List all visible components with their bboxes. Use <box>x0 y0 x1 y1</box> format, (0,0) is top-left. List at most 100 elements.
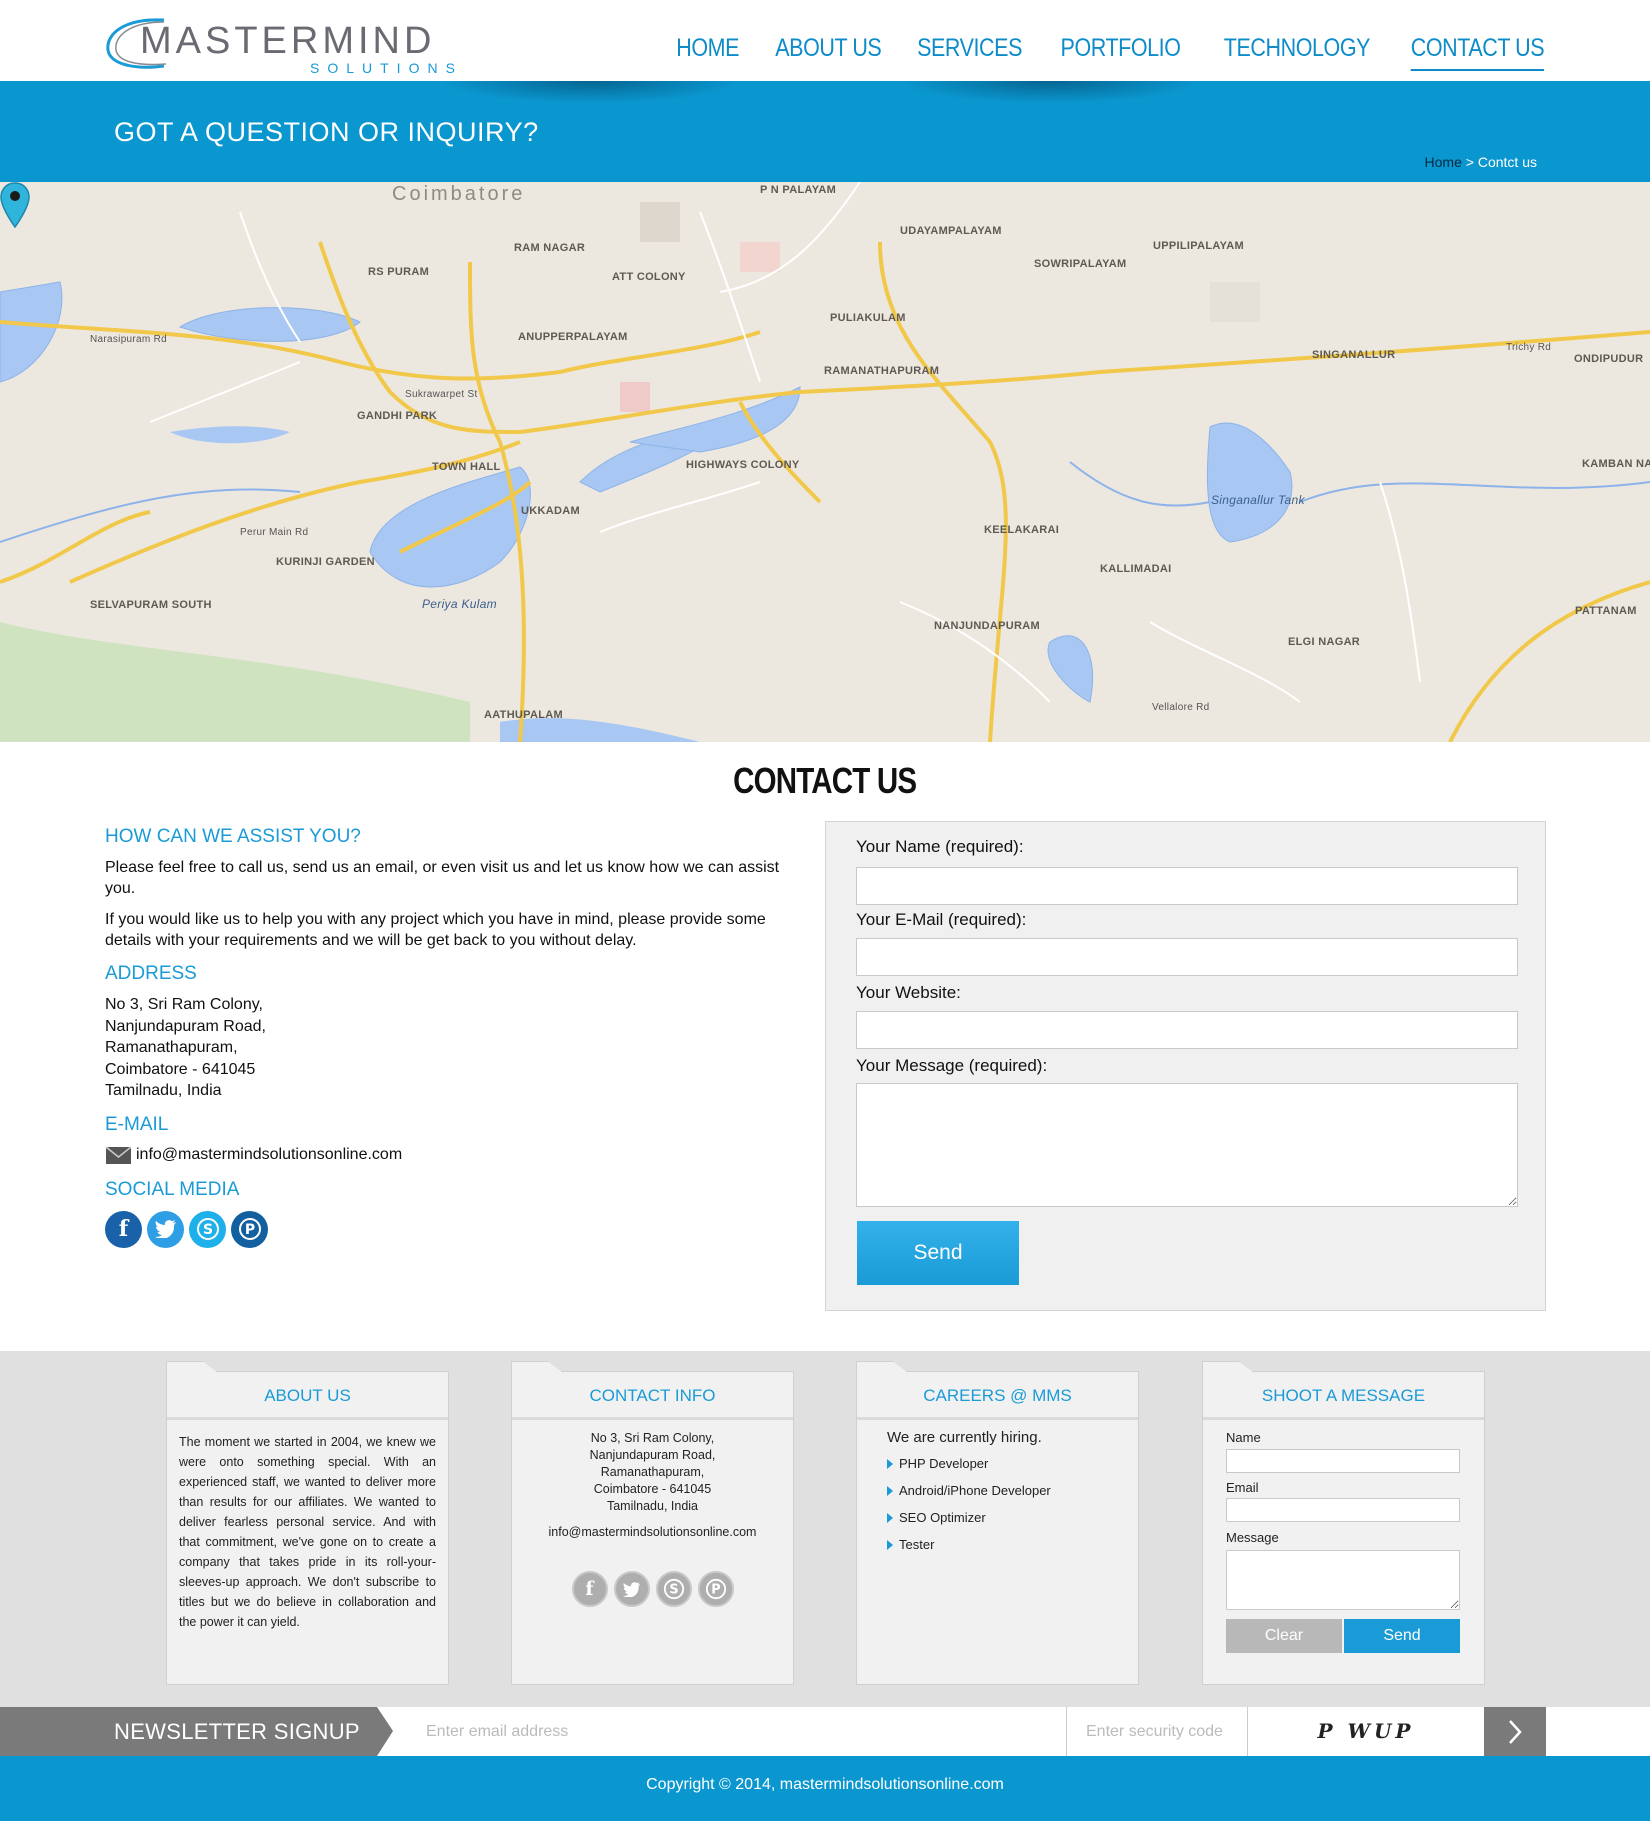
address-block: No 3, Sri Ram Colony, Nanjundapuram Road… <box>105 994 805 1102</box>
site-header: MASTERMIND SOLUTIONS HOME ABOUT US SERVI… <box>0 0 1650 81</box>
email-row: info@mastermindsolutionsonline.com <box>105 1145 805 1165</box>
email-field[interactable] <box>856 938 1518 976</box>
footer-careers-card: CAREERS @ MMS We are currently hiring. P… <box>856 1361 1139 1685</box>
pinterest-icon[interactable]: P <box>231 1210 268 1248</box>
map-label-uppilipalayam: UPPILIPALAYAM <box>1153 240 1244 252</box>
nav-portfolio[interactable]: PORTFOLIO <box>1061 34 1181 71</box>
banner-shadow <box>900 81 1200 103</box>
copyright-bar: Copyright © 2014, mastermindsolutionsonl… <box>0 1756 1650 1821</box>
social-heading: SOCIAL MEDIA <box>105 1178 240 1200</box>
map-label-town-hall: TOWN HALL <box>432 461 501 473</box>
page-title: CONTACT US <box>733 760 917 801</box>
footer-clear-button[interactable]: Clear <box>1226 1619 1342 1653</box>
contact-details: HOW CAN WE ASSIST YOU? Please feel free … <box>105 826 805 1248</box>
map-label-nanjundapuram: NANJUNDAPURAM <box>934 620 1040 632</box>
map-label-perur-main-rd: Perur Main Rd <box>240 527 309 538</box>
twitter-icon[interactable] <box>613 1571 650 1607</box>
footer-message-title: SHOOT A MESSAGE <box>1203 1372 1484 1420</box>
breadcrumb-home-link[interactable]: Home <box>1425 154 1462 170</box>
map-label-narasipuram-rd: Narasipuram Rd <box>90 334 168 345</box>
nav-about-us[interactable]: ABOUT US <box>775 34 882 71</box>
security-code-input[interactable]: Enter security code <box>1066 1707 1248 1756</box>
map-label-sowripalayam: SOWRIPALAYAM <box>1034 258 1127 270</box>
footer-address-line: Coimbatore - 641045 <box>593 1482 712 1496</box>
newsletter-bar: NEWSLETTER SIGNUP Enter email address En… <box>0 1707 1650 1756</box>
breadcrumb-separator: > <box>1461 154 1478 170</box>
arrow-right-icon <box>887 1486 893 1496</box>
career-item[interactable]: PHP Developer <box>887 1454 1126 1474</box>
send-button[interactable]: Send <box>857 1221 1019 1285</box>
footer-name-field[interactable] <box>1226 1449 1460 1473</box>
career-item[interactable]: Tester <box>887 1535 1126 1555</box>
newsletter-submit-button[interactable] <box>1484 1707 1546 1756</box>
map-label-highways-colony: HIGHWAYS COLONY <box>686 459 800 471</box>
location-map[interactable]: Coimbatore RAMANATHAPURAM SINGANALLUR Si… <box>0 182 1650 742</box>
main-nav: HOME ABOUT US SERVICES PORTFOLIO TECHNOL… <box>666 34 1544 71</box>
career-item[interactable]: Android/iPhone Developer <box>887 1481 1126 1501</box>
map-label-ukkadam: UKKADAM <box>521 505 580 517</box>
svg-text:S: S <box>202 1222 212 1238</box>
map-label-elgi-nagar: ELGI NAGAR <box>1288 636 1361 648</box>
envelope-icon <box>105 1145 132 1164</box>
footer-address-line: Ramanathapuram, <box>600 1465 705 1479</box>
map-label-periya-kulam: Periya Kulam <box>422 597 497 611</box>
map-label-udayampalayam: UDAYAMPALAYAM <box>900 225 1002 237</box>
logo-tagline: SOLUTIONS <box>310 60 463 76</box>
facebook-icon[interactable]: f <box>105 1210 142 1248</box>
footer-careers-body: We are currently hiring. PHP Developer A… <box>869 1428 1126 1562</box>
footer-careers-title: CAREERS @ MMS <box>857 1372 1138 1420</box>
captcha-image: P WUP <box>1317 1719 1415 1743</box>
newsletter-email-input[interactable]: Enter email address <box>410 1707 1066 1756</box>
footer-about-text: The moment we started in 2004, we knew w… <box>179 1435 436 1629</box>
svg-text:P: P <box>244 1222 254 1238</box>
career-item[interactable]: SEO Optimizer <box>887 1508 1126 1528</box>
email-label: Your E-Mail (required): <box>856 910 1027 929</box>
footer-contact-title: CONTACT INFO <box>512 1372 793 1420</box>
address-line: Ramanathapuram, <box>105 1039 238 1056</box>
map-label-rs-puram: RS PURAM <box>368 266 430 278</box>
logo-wordmark: MASTERMIND <box>140 20 436 62</box>
map-label-aathupalam: AATHUPALAM <box>484 709 563 721</box>
email-link[interactable]: info@mastermindsolutionsonline.com <box>136 1146 402 1164</box>
chevron-right-icon <box>1509 1719 1522 1744</box>
footer-message-field[interactable] <box>1226 1550 1460 1610</box>
map-label-kallimadai: KALLIMADAI <box>1100 563 1172 575</box>
map-label-kurinji-garden: KURINJI GARDEN <box>276 556 375 568</box>
footer-name-label: Name <box>1226 1430 1261 1445</box>
nav-technology[interactable]: TECHNOLOGY <box>1224 34 1371 71</box>
facebook-icon[interactable]: f <box>571 1571 608 1607</box>
skype-icon[interactable]: S <box>655 1571 692 1607</box>
footer-message-card: SHOOT A MESSAGE Name Email Message Clear… <box>1202 1361 1485 1685</box>
map-label-ondipudur: ONDIPUDUR <box>1574 353 1644 365</box>
footer-send-button[interactable]: Send <box>1344 1619 1460 1653</box>
social-links: f S P <box>105 1210 805 1248</box>
name-field[interactable] <box>856 867 1518 905</box>
footer-email-label: Email <box>1226 1480 1259 1495</box>
email-heading: E-MAIL <box>105 1113 169 1135</box>
footer-contact-card: CONTACT INFO No 3, Sri Ram Colony, Nanju… <box>511 1361 794 1685</box>
twitter-icon[interactable] <box>147 1210 184 1248</box>
footer-about-title: ABOUT US <box>167 1372 448 1420</box>
footer-email-link[interactable]: info@mastermindsolutionsonline.com <box>524 1524 781 1541</box>
svg-text:S: S <box>669 1583 678 1598</box>
map-label-ram-nagar: RAM NAGAR <box>514 242 586 254</box>
nav-contact-us[interactable]: CONTACT US <box>1410 34 1544 71</box>
site-logo[interactable]: MASTERMIND SOLUTIONS <box>104 10 464 76</box>
nav-home[interactable]: HOME <box>676 34 739 71</box>
banner-shadow <box>440 81 740 103</box>
map-label-singanallur-tank: Singanallur Tank <box>1211 493 1305 507</box>
address-heading: ADDRESS <box>105 963 197 984</box>
arrow-right-icon <box>887 1513 893 1523</box>
message-field[interactable] <box>856 1083 1518 1207</box>
footer-email-field[interactable] <box>1226 1498 1460 1522</box>
skype-icon[interactable]: S <box>189 1210 226 1248</box>
map-label-gandhi-park: GANDHI PARK <box>357 410 438 422</box>
nav-services[interactable]: SERVICES <box>917 34 1022 71</box>
copyright-text: Copyright © 2014, mastermindsolutionsonl… <box>646 1776 1004 1793</box>
map-pin-icon[interactable] <box>0 182 30 228</box>
message-label: Your Message (required): <box>856 1056 1048 1075</box>
pinterest-icon[interactable]: P <box>697 1571 734 1607</box>
footer-address-line: Tamilnadu, India <box>606 1499 699 1513</box>
website-field[interactable] <box>856 1011 1518 1049</box>
footer-address-line: Nanjundapuram Road, <box>589 1448 716 1462</box>
